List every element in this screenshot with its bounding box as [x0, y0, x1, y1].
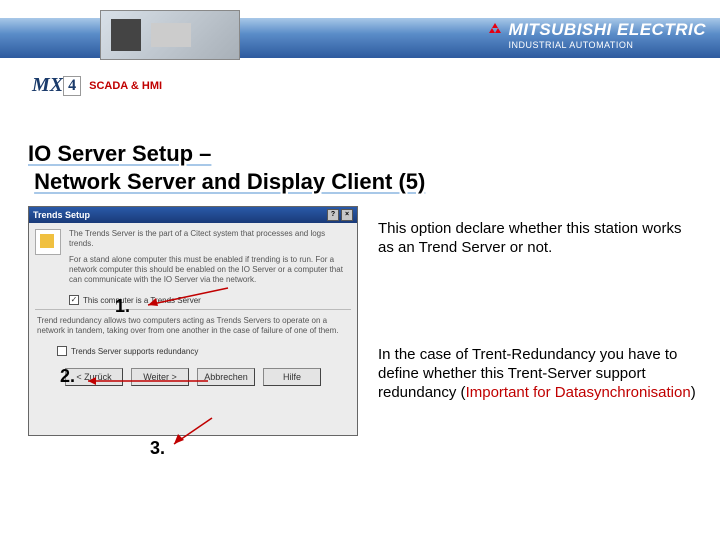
- marker-1: 1.: [115, 296, 130, 317]
- trends-server-checkbox[interactable]: ✓: [69, 295, 79, 305]
- brand-block: MITSUBISHI ELECTRIC INDUSTRIAL AUTOMATIO…: [487, 20, 706, 50]
- dialog-intro: The Trends Server is the part of a Citec…: [69, 229, 349, 249]
- dialog-icon: [35, 229, 61, 255]
- note-2: In the case of Trent-Redundancy you have…: [378, 346, 698, 402]
- header-product-photo: [100, 10, 240, 60]
- note-2-highlight: Important for Datasynchronisation: [466, 384, 691, 401]
- sub-header: MX4 SCADA & HMI: [32, 74, 162, 97]
- redundancy-label: Trends Server supports redundancy: [71, 347, 198, 356]
- dialog-screenshot: Trends Setup ? × The Trends Server is th…: [28, 206, 358, 436]
- note-1: This option declare whether this station…: [378, 220, 698, 258]
- dialog-mid-para: Trend redundancy allows two computers ac…: [29, 314, 357, 340]
- sub-header-label: SCADA & HMI: [89, 80, 162, 92]
- brand-name: MITSUBISHI ELECTRIC: [509, 20, 706, 40]
- cancel-button[interactable]: Abbrechen: [197, 368, 255, 386]
- close-icon[interactable]: ×: [341, 209, 353, 221]
- mitsubishi-logo-icon: [487, 23, 503, 37]
- dialog-separator: [35, 309, 351, 310]
- title-line-1: IO Server Setup –: [28, 141, 211, 166]
- dialog-title: Trends Setup: [33, 210, 90, 220]
- marker-3: 3.: [150, 438, 165, 459]
- dialog-para: For a stand alone computer this must be …: [69, 255, 349, 285]
- redundancy-checkbox[interactable]: [57, 346, 67, 356]
- brand-subtitle: INDUSTRIAL AUTOMATION: [509, 40, 706, 50]
- help-button[interactable]: Hilfe: [263, 368, 321, 386]
- next-button[interactable]: Weiter >: [131, 368, 189, 386]
- trends-server-label: This computer is a Trends Server: [83, 296, 201, 305]
- marker-2: 2.: [60, 366, 75, 387]
- title-line-2: Network Server and Display Client (5): [34, 169, 425, 194]
- slide-title: IO Server Setup – Network Server and Dis…: [28, 140, 425, 195]
- slide-header: MITSUBISHI ELECTRIC INDUSTRIAL AUTOMATIO…: [0, 0, 720, 70]
- dialog-button-row: < Zurück Weiter > Abbrechen Hilfe: [29, 360, 357, 396]
- help-icon[interactable]: ?: [327, 209, 339, 221]
- mx4-logo: MX4: [32, 74, 81, 97]
- dialog-titlebar: Trends Setup ? ×: [29, 207, 357, 223]
- note-2c: ): [691, 384, 696, 401]
